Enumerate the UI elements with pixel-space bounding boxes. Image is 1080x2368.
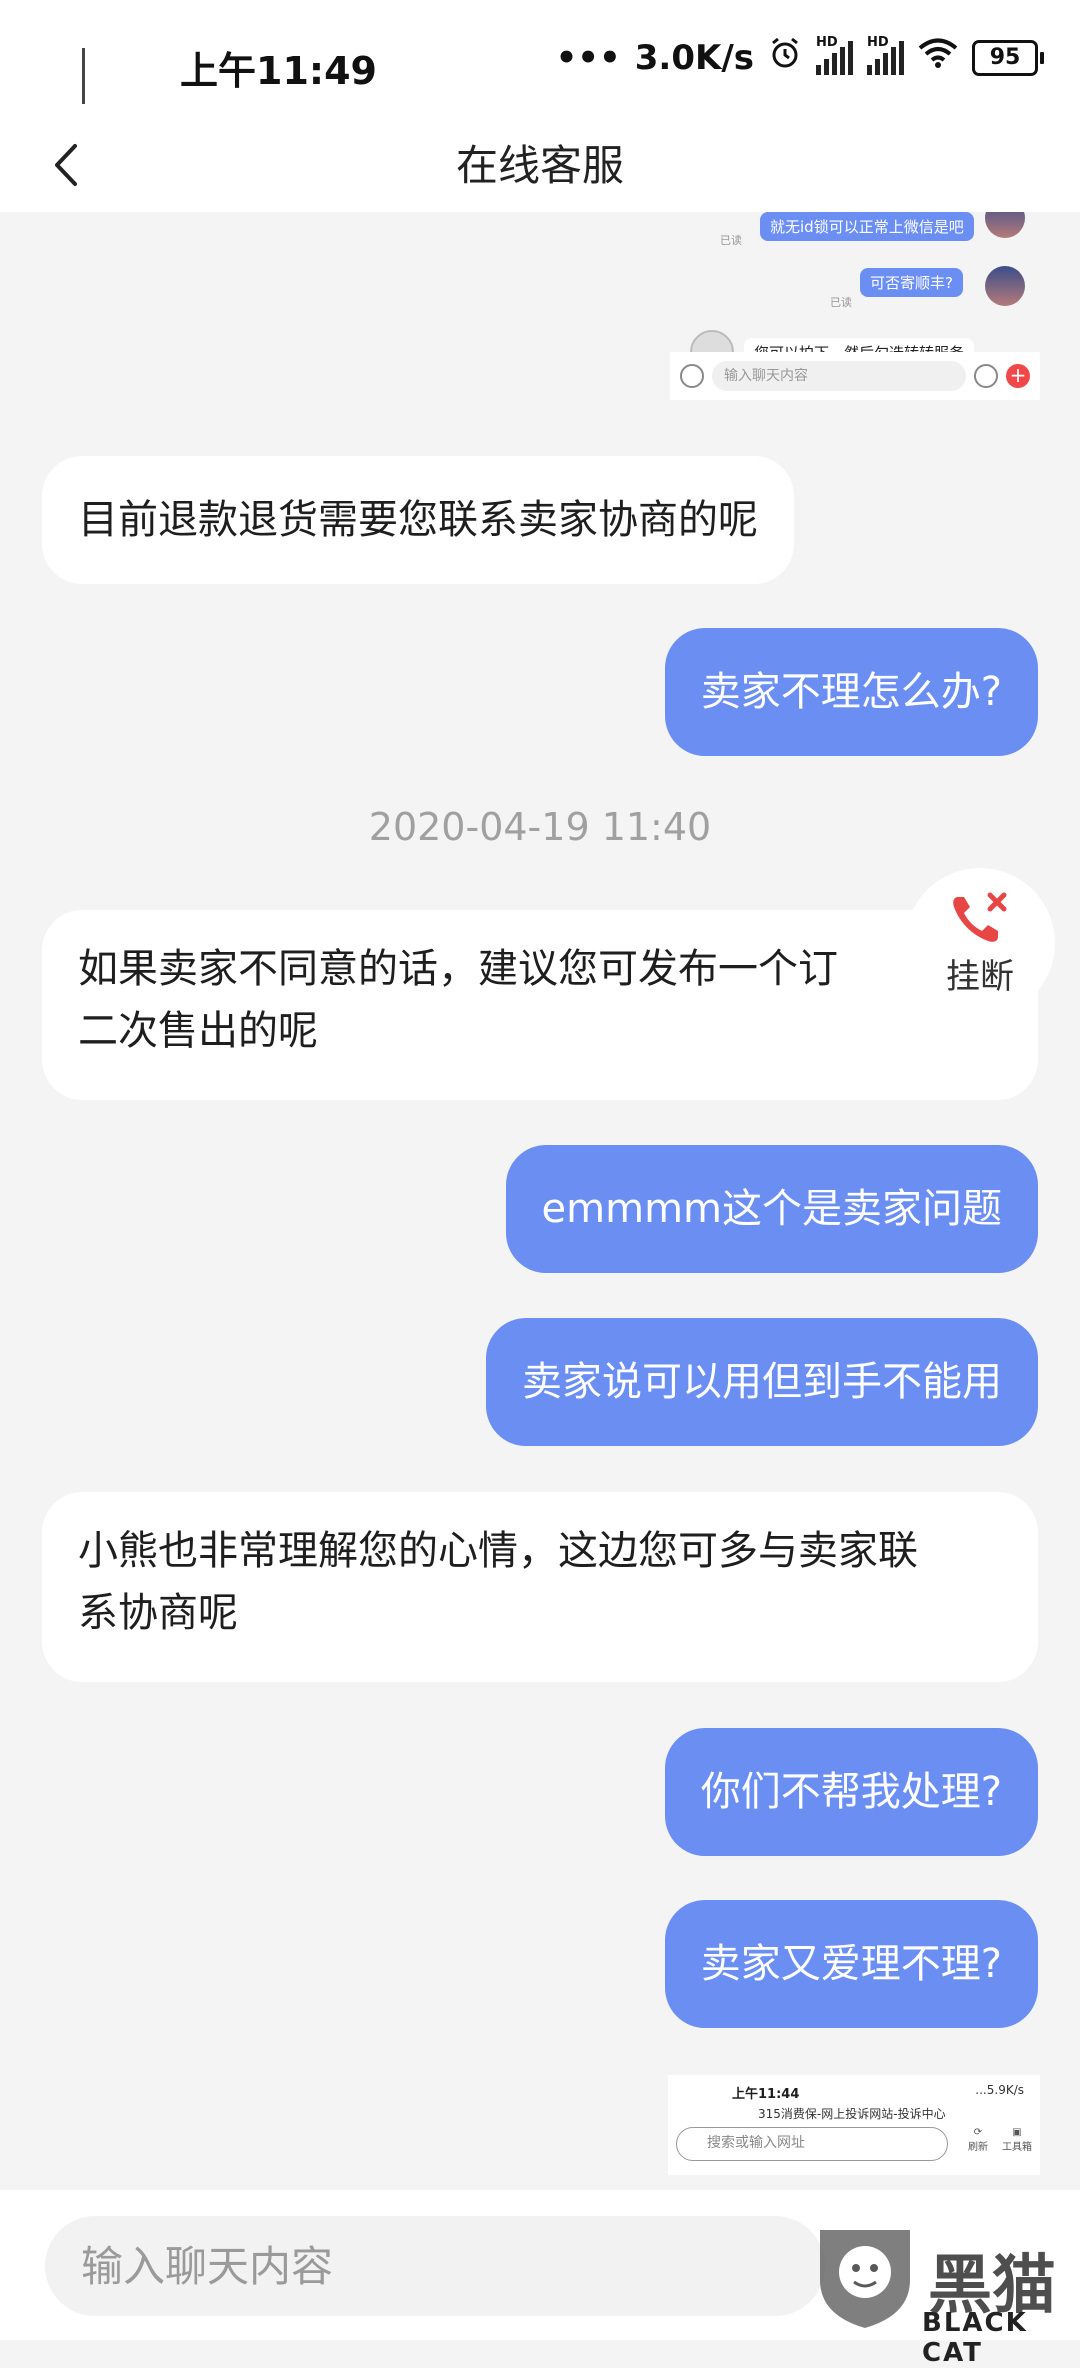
hangup-label: 挂断: [946, 956, 1014, 997]
message-bubble-user: 你们不帮我处理?: [664, 1728, 1038, 1856]
thumb-read-status: 已读: [830, 296, 852, 309]
thumb-page-url: 315消费保-网上投诉网站-投诉中心: [758, 2107, 946, 2121]
message-line: 小熊也非常理解您的心情，这边您可多与卖家联: [78, 1528, 918, 1574]
embedded-screenshot-top: 就无id锁可以正常上微信是吧 已读 可否寄顺丰? 已读 您可以拍下，然后勾选转转…: [670, 212, 1040, 400]
network-speed: 3.0K/s: [634, 37, 754, 78]
back-button[interactable]: [36, 130, 96, 200]
thumb-read-status: 已读: [720, 234, 742, 247]
thumb-status-time: 上午11:44: [732, 2087, 800, 2102]
thumb-status-speed: ...5.9K/s: [975, 2083, 1024, 2097]
message-bubble-agent: 小熊也非常理解您的心情，这边您可多与卖家联 系协商呢: [42, 1492, 1038, 1682]
thumb-message: 可否寄顺丰?: [860, 268, 963, 297]
thumb-message: 就无id锁可以正常上微信是吧: [760, 212, 974, 241]
message-timestamp: 2020-04-19 11:40: [368, 805, 712, 849]
chevron-left-icon: [55, 144, 77, 186]
menu-icon: [680, 364, 704, 388]
refresh-label: 刷新: [968, 2142, 988, 2153]
message-line: 二次售出的呢: [78, 1008, 318, 1054]
black-cat-watermark: 黑猫 BLACK CAT: [810, 2220, 1080, 2368]
hd-label-2: HD: [867, 34, 889, 50]
message-line: 系协商呢: [78, 1590, 238, 1636]
message-bubble-user: 卖家不理怎么办?: [664, 628, 1038, 756]
signal-icon-2: HD: [867, 35, 904, 75]
toolbox-label: 工具箱: [1002, 2142, 1032, 2153]
thumb-toolbar: ⟳ 刷新 ▣ 工具箱: [968, 2127, 1032, 2153]
cat-shield-logo: [820, 2230, 910, 2328]
status-icons: ••• 3.0K/s HD HD 95: [555, 35, 1044, 79]
hd-label: HD: [816, 34, 838, 50]
more-dots-icon: •••: [555, 37, 621, 78]
phone-hangup-icon: [953, 892, 1007, 942]
battery-icon: 95: [972, 39, 1044, 76]
signal-icon: HD: [816, 35, 853, 75]
plus-icon: +: [1006, 364, 1030, 388]
embedded-screenshot-bottom: 上午11:44 ...5.9K/s 315消费保-网上投诉网站-投诉中心 搜索或…: [668, 2075, 1040, 2175]
message-line: 如果卖家不同意的话，建议您可发布一个订: [78, 946, 838, 992]
avatar: [985, 266, 1025, 306]
message-bubble-agent: 如果卖家不同意的话，建议您可发布一个订 二次售出的呢: [42, 910, 1038, 1100]
watermark-en: BLACK CAT: [922, 2308, 1028, 2368]
header: 在线客服: [0, 120, 1080, 212]
page-title: 在线客服: [455, 141, 624, 190]
toolbox-icon: ▣ 工具箱: [1002, 2127, 1032, 2153]
message-bubble-user: 卖家说可以用但到手不能用: [486, 1318, 1038, 1446]
thumb-input-field: 输入聊天内容: [712, 361, 966, 391]
message-bubble-agent: 目前退款退货需要您联系卖家协商的呢: [42, 456, 794, 584]
refresh-icon: ⟳ 刷新: [968, 2127, 988, 2153]
avatar: [985, 212, 1025, 238]
text-caret: [82, 48, 85, 104]
status-bar: 上午11:49 ••• 3.0K/s HD HD 95: [0, 0, 1080, 120]
thumb-input-bar: 输入聊天内容 +: [670, 352, 1040, 400]
alarm-icon: [768, 36, 802, 79]
chat-input[interactable]: [45, 2216, 825, 2316]
status-time: 上午11:49: [180, 49, 377, 93]
wifi-icon: [918, 37, 958, 78]
thumb-search-field: 搜索或输入网址: [676, 2127, 948, 2161]
message-bubble-user: emmmm这个是卖家问题: [505, 1145, 1038, 1273]
battery-level: 95: [972, 39, 1038, 76]
message-bubble-user: 卖家又爱理不理?: [664, 1900, 1038, 2028]
hangup-button[interactable]: 挂断: [905, 868, 1055, 1018]
emoji-icon: [974, 364, 998, 388]
